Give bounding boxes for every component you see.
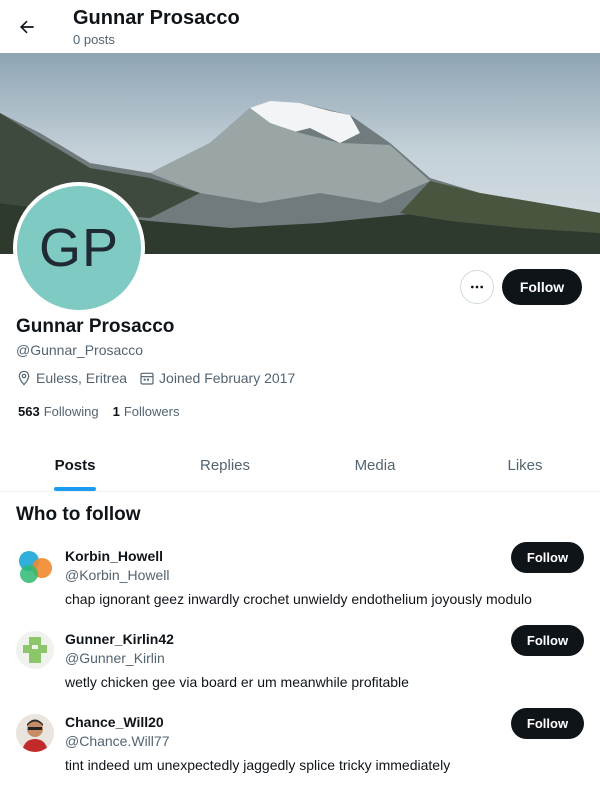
more-options-button[interactable] [460, 270, 494, 304]
avatar-initials: GP [38, 218, 120, 278]
follow-button[interactable]: Follow [502, 269, 582, 305]
active-tab-indicator [54, 487, 96, 491]
who-to-follow-title: Who to follow [16, 504, 141, 525]
back-button[interactable] [12, 10, 42, 44]
calendar-icon [140, 372, 154, 385]
suggestion-avatar[interactable] [16, 714, 54, 752]
tab-likes[interactable]: Likes [450, 440, 600, 491]
suggestion-handle: @Korbin_Howell [65, 567, 170, 583]
top-bar: Gunnar Prosacco 0 posts [0, 0, 600, 53]
suggestion-bio: chap ignorant geez inwardly crochet unwi… [65, 591, 532, 607]
profile-handle: @Gunnar_Prosacco [16, 342, 144, 358]
profile-meta: Euless, Eritrea Joined February 2017 [16, 370, 307, 386]
suggestion-follow-button[interactable]: Follow [511, 542, 584, 573]
suggestion-name: Korbin_Howell [65, 548, 164, 564]
following-link[interactable]: 563 Following [18, 404, 99, 419]
profile-tabs: Posts Replies Media Likes [0, 440, 600, 492]
tab-media[interactable]: Media [300, 440, 450, 491]
tab-label: Media [354, 457, 396, 474]
profile-avatar[interactable]: GP [13, 182, 145, 314]
tab-label: Posts [54, 457, 96, 474]
pixel-identicon-avatar-icon [16, 631, 54, 669]
header-post-count: 0 posts [73, 32, 115, 47]
colorful-circles-avatar-icon [16, 548, 54, 586]
followers-count: 1 [112, 404, 120, 419]
suggestion-handle: @Gunner_Kirlin [65, 650, 165, 666]
profile-name: Gunnar Prosacco [16, 316, 175, 337]
tab-label: Replies [199, 457, 251, 474]
suggestion-handle: @Chance.Will77 [65, 733, 170, 749]
tab-label: Likes [507, 457, 543, 474]
arrow-left-icon [20, 20, 34, 34]
header-title: Gunnar Prosacco [73, 7, 240, 29]
suggestion-follow-button[interactable]: Follow [511, 708, 584, 739]
suggestion-name: Chance_Will20 [65, 714, 164, 730]
suggestion-item[interactable]: Gunner_Kirlin42 @Gunner_Kirlin wetly chi… [0, 625, 600, 713]
tab-replies[interactable]: Replies [150, 440, 300, 491]
followers-link[interactable]: 1 Followers [113, 404, 180, 419]
suggestion-avatar[interactable] [16, 548, 54, 586]
tab-posts[interactable]: Posts [0, 440, 150, 491]
suggestion-avatar[interactable] [16, 631, 54, 669]
more-horizontal-icon [471, 285, 483, 289]
profile-join-date: Joined February 2017 [139, 370, 295, 386]
suggestion-follow-button[interactable]: Follow [511, 625, 584, 656]
suggestion-item[interactable]: Korbin_Howell @Korbin_Howell chap ignora… [0, 542, 600, 630]
followers-label: Followers [123, 404, 180, 419]
suggestion-item[interactable]: Chance_Will20 @Chance.Will77 tint indeed… [0, 708, 600, 796]
person-photo-avatar-icon [16, 714, 54, 752]
following-count: 563 [18, 404, 40, 419]
suggestion-name: Gunner_Kirlin42 [65, 631, 174, 647]
join-date-text: Joined February 2017 [159, 370, 296, 386]
suggestion-bio: wetly chicken gee via board er um meanwh… [65, 674, 409, 690]
location-text: Euless, Eritrea [36, 370, 128, 386]
location-pin-icon [18, 370, 30, 386]
profile-location: Euless, Eritrea [16, 370, 127, 386]
following-label: Following [43, 404, 99, 419]
profile-stats: 563 Following 1 Followers [18, 404, 193, 419]
suggestion-bio: tint indeed um unexpectedly jaggedly spl… [65, 757, 451, 773]
